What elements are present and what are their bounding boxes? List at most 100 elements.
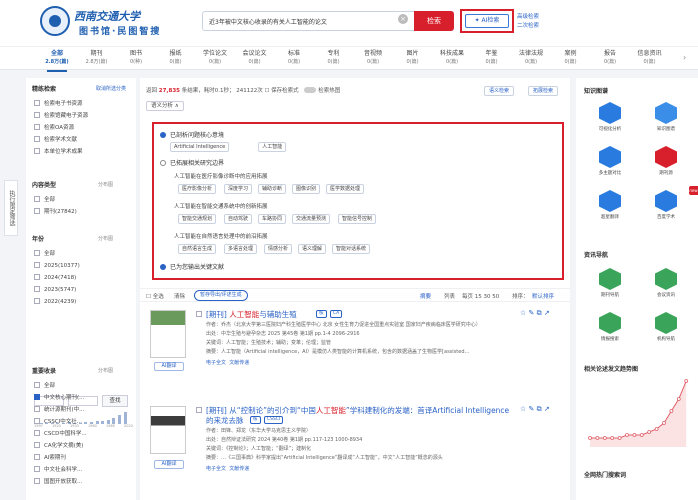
filter-option[interactable]: 全部	[34, 250, 55, 258]
tab-11[interactable]: 年鉴 0(篇)	[475, 50, 509, 66]
clear-icon[interactable]: ×	[398, 14, 408, 24]
filter-option[interactable]: 中文核心期刊(...	[34, 394, 84, 402]
fulltext-link[interactable]: 电子全文	[206, 466, 226, 472]
clear-selection-link[interactable]: 清除	[174, 292, 185, 300]
tab-8[interactable]: 音视频 0(篇)	[356, 50, 390, 66]
view-abstract-toggle[interactable]: 摘要	[420, 292, 431, 300]
filter-option[interactable]: 全部	[34, 196, 55, 204]
secondary-search-link[interactable]: 二次检索	[517, 22, 539, 31]
tool-tile[interactable]: 期刊导航	[596, 268, 624, 298]
filter-option[interactable]: 检索OA资源	[34, 124, 74, 132]
keyword-pill[interactable]: 自然语言生成	[178, 244, 217, 254]
fulltext-link[interactable]: 电子全文	[206, 360, 226, 366]
doc-delivery-link[interactable]: 文献传递	[229, 360, 249, 366]
advanced-search-link[interactable]: 高级检索	[517, 13, 539, 22]
tab-13[interactable]: 案例 0(篇)	[554, 50, 588, 66]
filter-option[interactable]: 统计源期刊(中...	[34, 406, 84, 414]
tool-tile[interactable]: 多主题对比	[596, 146, 624, 176]
trend-point[interactable]	[588, 436, 592, 440]
keyword-pill[interactable]: 人工智能	[258, 142, 287, 152]
keyword-pill[interactable]: 智能对话系统	[332, 244, 371, 254]
tool-tile[interactable]: 知识图谱	[652, 102, 680, 132]
filter-option[interactable]: 2025(10377)	[34, 262, 80, 270]
core-distribution-link[interactable]: 分布图	[98, 367, 113, 374]
filter-option[interactable]: 检索学术文献	[34, 136, 77, 144]
filter-option[interactable]: 本单位学术成果	[34, 148, 83, 156]
checkbox-icon[interactable]	[34, 274, 40, 280]
keyword-pill[interactable]: 医疗影像分析	[178, 184, 217, 194]
per-page-selector[interactable]: 每页 15 30 50	[462, 292, 499, 300]
trend-point[interactable]	[632, 433, 637, 437]
trend-point[interactable]	[662, 421, 666, 425]
checkbox-icon[interactable]	[34, 298, 40, 304]
tab-14[interactable]: 报告 0(篇)	[593, 50, 627, 66]
filter-option[interactable]: 2023(5747)	[34, 286, 76, 294]
checkbox-icon[interactable]	[34, 394, 40, 400]
trend-point[interactable]	[595, 436, 600, 440]
tool-tile[interactable]: 可视化分析	[596, 102, 624, 132]
checkbox-icon[interactable]	[34, 124, 40, 130]
filter-option[interactable]: 国图开放获取...	[34, 478, 82, 486]
checkbox-icon[interactable]	[34, 148, 40, 154]
tab-15[interactable]: 信息资讯 0(篇)	[633, 50, 667, 66]
keyword-pill[interactable]: 辅助诊断	[258, 184, 287, 194]
keyword-pill[interactable]: 医学数据处理	[326, 184, 365, 194]
ai-translate-button[interactable]: AI翻译	[154, 362, 184, 371]
filter-side-tab[interactable]: 执行限定筛选	[4, 180, 18, 236]
tool-tile[interactable]: 期刊源	[652, 146, 680, 176]
journal-cover[interactable]	[150, 406, 186, 454]
checkbox-icon[interactable]	[34, 136, 40, 142]
checkbox-icon[interactable]	[34, 454, 40, 460]
tab-5[interactable]: 会议论文 0(篇)	[238, 50, 272, 66]
keyword-pill[interactable]: 车路协同	[258, 214, 287, 224]
tool-tile[interactable]: 机构导航	[652, 312, 680, 342]
semantic-analysis-dropdown[interactable]: 语义分析 ∧	[146, 101, 184, 111]
ai-search-button[interactable]: ✦ AI检索	[465, 14, 509, 28]
tab-0[interactable]: 全部 2.8万(篇)	[40, 50, 74, 72]
tab-1[interactable]: 期刊 2.8万(篇)	[80, 50, 114, 66]
filter-option[interactable]: AI索期刊	[34, 454, 66, 462]
keyword-pill[interactable]: 情感分析	[264, 244, 293, 254]
filter-option[interactable]: 全部	[34, 382, 55, 390]
filter-option[interactable]: 检索电子书资源	[34, 100, 83, 108]
checkbox-icon[interactable]	[34, 286, 40, 292]
keyword-pill[interactable]: 多语言处理	[224, 244, 258, 254]
checkbox-icon[interactable]	[34, 382, 40, 388]
trend-point[interactable]	[669, 409, 674, 413]
result-title[interactable]: [期刊] 从“控制论”的引介到“中国人工智能”学科建制化的发端：首译Artifi…	[206, 405, 509, 416]
keyword-pill[interactable]: Artificial Intelligence	[170, 142, 230, 152]
tab-7[interactable]: 专利 0(篇)	[317, 50, 351, 66]
keyword-pill[interactable]: 语义理解	[298, 244, 327, 254]
checkbox-icon[interactable]	[34, 406, 40, 412]
trend-point[interactable]	[676, 397, 681, 401]
result-action-icons[interactable]: ☆ ✎ ⧉ ↗	[520, 309, 550, 318]
filter-option[interactable]: 2022(4239)	[34, 298, 76, 306]
filter-option[interactable]: 期刊(27842)	[34, 208, 77, 216]
sort-dropdown[interactable]: 默认排序	[532, 292, 554, 300]
trend-point[interactable]	[602, 436, 607, 440]
keyword-pill[interactable]: 智能信号控制	[338, 214, 377, 224]
result-title[interactable]: [期刊] 人工智能与辅助生殖	[206, 309, 297, 320]
checkbox-icon[interactable]	[34, 196, 40, 202]
filter-option[interactable]: 检索馆藏电子资源	[34, 112, 88, 120]
result-title-line2[interactable]: 的来龙去脉	[206, 415, 244, 426]
checkbox-icon[interactable]	[34, 442, 40, 448]
trend-point[interactable]	[625, 433, 629, 437]
trend-point[interactable]	[617, 436, 622, 440]
search-button[interactable]: 检索	[414, 11, 454, 31]
save-query-link[interactable]: ☐ 保存检索式	[264, 88, 298, 94]
result-checkbox[interactable]	[196, 407, 202, 413]
keyword-pill[interactable]: 智能交通规划	[178, 214, 217, 224]
view-list-toggle[interactable]: 列表	[444, 292, 455, 300]
checkbox-icon[interactable]	[34, 478, 40, 484]
journal-cover[interactable]	[150, 310, 186, 358]
filter-option[interactable]: 2024(7418)	[34, 274, 76, 282]
search-input[interactable]	[203, 12, 393, 30]
tool-tile[interactable]: 会议资讯	[652, 268, 680, 298]
checkbox-icon[interactable]	[34, 418, 40, 424]
checkbox-icon[interactable]	[34, 250, 40, 256]
cancel-category-link[interactable]: 取消所选分类	[96, 85, 126, 92]
tab-9[interactable]: 图片 0(篇)	[396, 50, 430, 66]
checkbox-icon[interactable]	[34, 208, 40, 214]
trend-point[interactable]	[639, 433, 644, 437]
